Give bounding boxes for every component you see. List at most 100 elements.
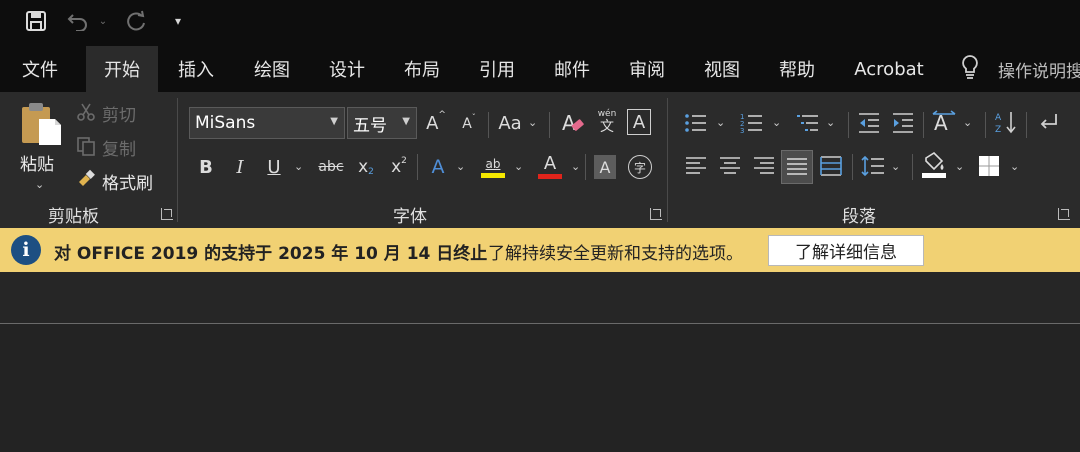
- tab-home[interactable]: 开始: [86, 46, 158, 92]
- enclose-characters-icon[interactable]: 字: [628, 155, 652, 179]
- learn-more-button[interactable]: 了解详细信息: [768, 235, 924, 266]
- font-size-combobox[interactable]: 五号 ▼: [347, 107, 417, 139]
- distributed-icon[interactable]: [819, 154, 843, 178]
- tab-acrobat[interactable]: Acrobat: [842, 46, 936, 92]
- asian-layout-icon[interactable]: A: [931, 109, 957, 135]
- group-divider: [667, 98, 668, 222]
- undo-dropdown-icon[interactable]: ⌄: [96, 8, 110, 34]
- tab-review[interactable]: 审阅: [615, 46, 679, 92]
- tell-me-search[interactable]: 操作说明搜: [960, 46, 1080, 92]
- line-spacing-icon[interactable]: [861, 154, 885, 178]
- align-center-icon[interactable]: [718, 154, 742, 178]
- copy-label[interactable]: 复制: [102, 135, 136, 160]
- shading-dropdown-icon[interactable]: ⌄: [955, 160, 964, 173]
- multilevel-list-icon[interactable]: [796, 111, 820, 135]
- document-canvas[interactable]: [0, 324, 1080, 452]
- underline-dropdown-icon[interactable]: ⌄: [294, 160, 303, 173]
- tab-view[interactable]: 视图: [690, 46, 754, 92]
- paste-dropdown-icon[interactable]: ⌄: [35, 178, 44, 191]
- clear-formatting-icon[interactable]: A: [560, 110, 586, 136]
- divider: [549, 112, 550, 138]
- font-launcher-icon[interactable]: [650, 208, 662, 220]
- sort-icon[interactable]: AZ: [994, 109, 1020, 135]
- tab-layout[interactable]: 布局: [390, 46, 454, 92]
- show-formatting-icon[interactable]: [1036, 109, 1060, 135]
- format-painter-icon[interactable]: [76, 169, 96, 189]
- support-end-infobar: i 对 OFFICE 2019 的支持于 2025 年 10 月 14 日终止 …: [0, 228, 1080, 272]
- tab-references[interactable]: 引用: [465, 46, 529, 92]
- shrink-font-icon[interactable]: Aˇ: [458, 112, 480, 136]
- bullets-dropdown-icon[interactable]: ⌄: [716, 116, 725, 129]
- change-case-dropdown-icon[interactable]: ⌄: [528, 116, 537, 129]
- cut-icon[interactable]: [76, 102, 96, 122]
- clipboard-launcher-icon[interactable]: [161, 208, 173, 220]
- italic-button[interactable]: I: [228, 154, 252, 180]
- tab-design[interactable]: 设计: [315, 46, 379, 92]
- divider: [488, 112, 489, 138]
- customize-qat-icon[interactable]: ▾: [170, 8, 186, 34]
- undo-icon[interactable]: [64, 8, 92, 34]
- copy-icon[interactable]: [76, 136, 96, 156]
- tab-insert[interactable]: 插入: [164, 46, 228, 92]
- tab-mailings[interactable]: 邮件: [540, 46, 604, 92]
- tell-me-label: 操作说明搜: [998, 61, 1080, 82]
- font-color-icon[interactable]: A: [537, 150, 563, 182]
- borders-icon[interactable]: [978, 155, 1000, 177]
- ribbon-tabs: 文件 开始 插入 绘图 设计 布局 引用 邮件 审阅 视图 帮助 Acrobat…: [0, 42, 1080, 92]
- font-name-combobox[interactable]: MiSans ▼: [189, 107, 345, 139]
- svg-text:3: 3: [740, 127, 744, 135]
- redo-icon[interactable]: [122, 8, 150, 34]
- line-spacing-dropdown-icon[interactable]: ⌄: [891, 160, 900, 173]
- decrease-indent-icon[interactable]: [857, 111, 881, 135]
- infobar-title: 对 OFFICE 2019 的支持于 2025 年 10 月 14 日终止: [54, 244, 488, 264]
- superscript-button[interactable]: x2: [387, 154, 411, 180]
- strikethrough-button[interactable]: abc: [316, 154, 346, 180]
- divider: [417, 154, 418, 180]
- svg-text:A: A: [562, 111, 576, 135]
- font-name-value: MiSans: [195, 113, 256, 133]
- borders-dropdown-icon[interactable]: ⌄: [1010, 160, 1019, 173]
- highlight-dropdown-icon[interactable]: ⌄: [514, 160, 523, 173]
- tab-file[interactable]: 文件: [8, 46, 72, 92]
- text-effects-dropdown-icon[interactable]: ⌄: [456, 160, 465, 173]
- format-painter-label[interactable]: 格式刷: [102, 169, 153, 194]
- paragraph-shading-icon[interactable]: [921, 152, 947, 180]
- highlight-color-icon[interactable]: ab: [480, 150, 506, 182]
- numbering-dropdown-icon[interactable]: ⌄: [772, 116, 781, 129]
- increase-indent-icon[interactable]: [891, 111, 915, 135]
- subscript-button[interactable]: x2: [354, 154, 378, 180]
- numbering-icon[interactable]: 123: [740, 111, 764, 135]
- paragraph-launcher-icon[interactable]: [1058, 208, 1070, 220]
- grow-font-icon[interactable]: A ^: [424, 110, 448, 136]
- paragraph-group-label: 段落: [842, 207, 876, 227]
- divider: [912, 154, 913, 180]
- character-border-icon[interactable]: A: [627, 109, 651, 135]
- multilevel-dropdown-icon[interactable]: ⌄: [826, 116, 835, 129]
- lightbulb-icon: [960, 54, 980, 85]
- align-left-icon[interactable]: [684, 154, 708, 178]
- save-icon[interactable]: [22, 8, 50, 34]
- align-right-icon[interactable]: [752, 154, 776, 178]
- underline-button[interactable]: U: [262, 154, 286, 180]
- divider: [848, 112, 849, 138]
- paste-label[interactable]: 粘贴: [20, 150, 54, 175]
- bold-button[interactable]: B: [194, 154, 218, 180]
- justify-icon[interactable]: [781, 150, 813, 184]
- character-shading-icon[interactable]: A: [594, 155, 616, 179]
- text-effects-icon[interactable]: A: [426, 154, 450, 180]
- phonetic-guide-icon[interactable]: wén 文: [594, 106, 620, 138]
- divider: [1026, 112, 1027, 138]
- asian-layout-dropdown-icon[interactable]: ⌄: [963, 116, 972, 129]
- chevron-down-icon: ▼: [330, 116, 338, 127]
- tab-draw[interactable]: 绘图: [240, 46, 304, 92]
- font-color-dropdown-icon[interactable]: ⌄: [571, 160, 580, 173]
- bullets-icon[interactable]: [684, 111, 708, 135]
- change-case-icon[interactable]: Aa: [496, 110, 524, 136]
- group-divider: [177, 98, 178, 222]
- ribbon-home: 粘贴 ⌄ 剪切 复制 格式刷 剪贴板 MiSans ▼ 五号 ▼ A ^ Aˇ A…: [0, 92, 1080, 228]
- cut-label[interactable]: 剪切: [102, 101, 136, 126]
- paste-icon[interactable]: [18, 100, 64, 148]
- chevron-down-icon: ▼: [402, 116, 410, 127]
- info-icon: i: [11, 235, 41, 265]
- tab-help[interactable]: 帮助: [765, 46, 829, 92]
